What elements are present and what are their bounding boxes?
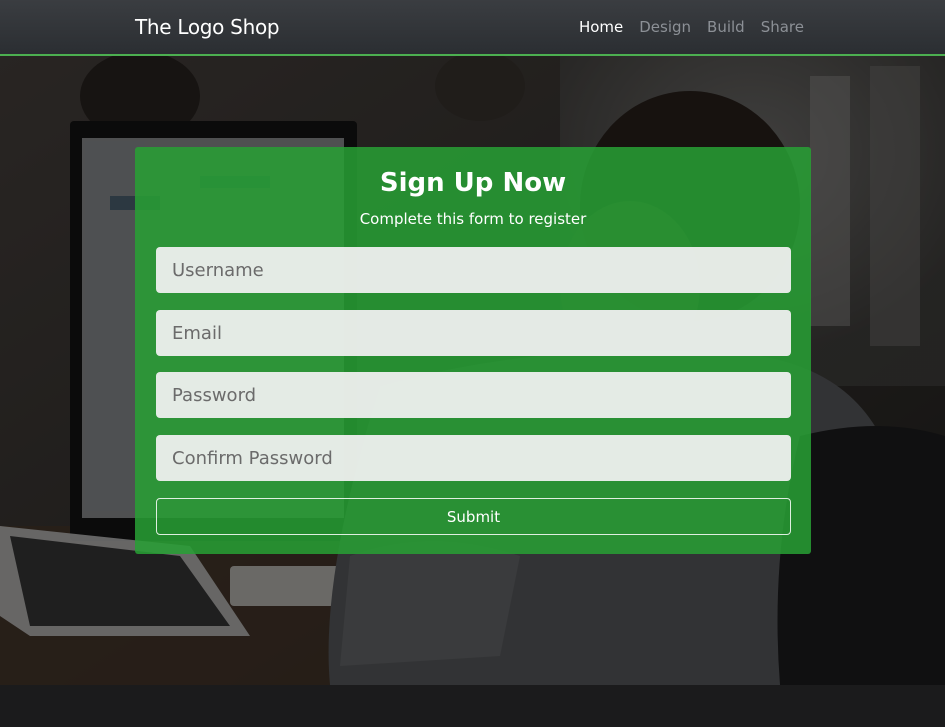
username-input[interactable] (156, 247, 791, 293)
signup-title: Sign Up Now (379, 168, 567, 198)
nav-link-build[interactable]: Build (707, 18, 745, 36)
submit-button[interactable]: Submit (156, 498, 791, 535)
signup-subtitle: Complete this form to register (359, 210, 587, 228)
footer (0, 685, 945, 727)
nav-link-home[interactable]: Home (579, 18, 623, 36)
nav-link-share[interactable]: Share (761, 18, 804, 36)
email-input[interactable] (156, 310, 791, 356)
page: The Logo Shop Home Design Build Share Si… (0, 0, 945, 727)
confirm-password-input[interactable] (156, 435, 791, 481)
password-input[interactable] (156, 372, 791, 418)
brand-logo-link[interactable]: The Logo Shop (135, 15, 280, 39)
navbar: The Logo Shop Home Design Build Share (0, 0, 945, 56)
nav-link-design[interactable]: Design (639, 18, 691, 36)
nav-links: Home Design Build Share (579, 18, 804, 36)
